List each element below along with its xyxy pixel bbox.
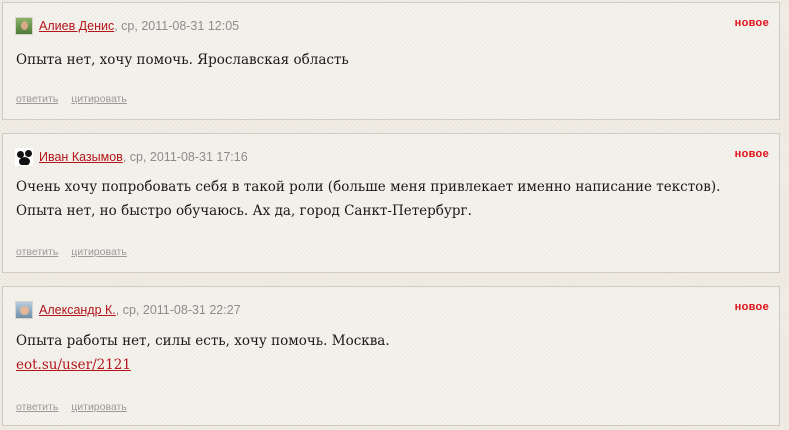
quote-link[interactable]: цитировать: [71, 401, 127, 413]
comment-text: Опыта работы нет, силы есть, хочу помочь…: [16, 333, 390, 349]
comment-body: Опыта работы нет, силы есть, хочу помочь…: [16, 329, 759, 377]
avatar[interactable]: [15, 301, 33, 319]
comment-header: Иван Казымов , ср, 2011-08-31 17:16: [15, 148, 248, 166]
new-badge: новое: [734, 301, 769, 313]
profile-link[interactable]: eot.su/user/2121: [16, 357, 131, 373]
comment-item: Алиев Денис , ср, 2011-08-31 12:05 новое…: [2, 2, 780, 120]
quote-link[interactable]: цитировать: [71, 246, 127, 258]
comment-text: Очень хочу попробовать себя в такой роли…: [16, 179, 721, 219]
comments-list: Алиев Денис , ср, 2011-08-31 12:05 новое…: [0, 0, 789, 430]
comment-date: , ср, 2011-08-31 12:05: [114, 19, 240, 33]
reply-link[interactable]: ответить: [16, 401, 58, 413]
author-link[interactable]: Алиев Денис: [39, 19, 114, 33]
comment-date: , ср, 2011-08-31 17:16: [122, 150, 248, 164]
comment-item: Иван Казымов , ср, 2011-08-31 17:16 ново…: [2, 133, 780, 273]
new-badge: новое: [734, 17, 769, 29]
reply-link[interactable]: ответить: [16, 246, 58, 258]
comment-header: Алиев Денис , ср, 2011-08-31 12:05: [15, 17, 239, 35]
author-link[interactable]: Иван Казымов: [39, 150, 123, 164]
comment-text: Опыта нет, хочу помочь. Ярославская обла…: [16, 52, 349, 68]
reply-link[interactable]: ответить: [16, 93, 58, 105]
comment-actions: ответить цитировать: [16, 401, 137, 413]
comment-header: Александр К. , ср, 2011-08-31 22:27: [15, 301, 241, 319]
comment-actions: ответить цитировать: [16, 246, 137, 258]
comment-item: Александр К. , ср, 2011-08-31 22:27 ново…: [2, 286, 780, 426]
avatar[interactable]: [15, 17, 33, 35]
new-badge: новое: [734, 148, 769, 160]
comment-date: , ср, 2011-08-31 22:27: [115, 303, 241, 317]
author-link[interactable]: Александр К.: [39, 303, 116, 317]
avatar[interactable]: [15, 148, 33, 166]
quote-link[interactable]: цитировать: [71, 93, 127, 105]
comment-actions: ответить цитировать: [16, 93, 137, 105]
